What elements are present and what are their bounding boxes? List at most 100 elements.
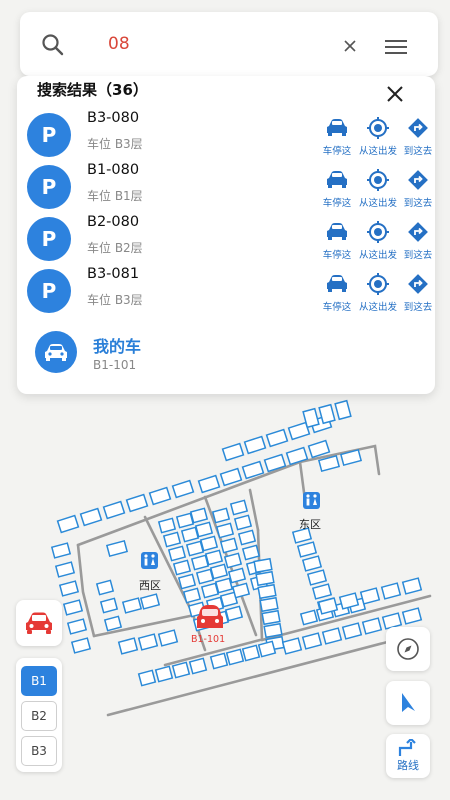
parking-space — [301, 632, 323, 650]
parking-space — [199, 535, 219, 552]
restroom-icon[interactable] — [141, 552, 158, 569]
parking-space — [95, 579, 115, 596]
action-label: 车停这 — [322, 146, 352, 157]
parking-space — [200, 582, 220, 599]
parking-space — [361, 617, 383, 635]
parking-badge: P — [27, 269, 71, 313]
parking-space — [253, 557, 273, 574]
action-label: 到这去 — [403, 302, 433, 313]
route-icon — [398, 739, 416, 756]
parking-space — [380, 582, 402, 600]
parking-space — [225, 648, 245, 666]
parking-space — [241, 644, 261, 662]
my-car-space: B1-101 — [93, 358, 137, 372]
park-here-action[interactable]: 车停这 — [314, 266, 360, 318]
parking-space — [162, 531, 182, 548]
parking-space — [211, 507, 231, 524]
go-here-action[interactable]: 到这去 — [395, 162, 441, 214]
parking-space — [70, 637, 92, 654]
parking-space — [299, 609, 319, 626]
result-row[interactable]: P B1-080 车位 B1层 车停这 从这出发 到这去 — [17, 162, 435, 214]
search-bar[interactable]: 08 — [20, 12, 438, 76]
go-here-action[interactable]: 到这去 — [395, 214, 441, 266]
clear-icon[interactable] — [342, 38, 358, 54]
parking-space — [188, 657, 208, 675]
restroom-icon[interactable] — [303, 492, 320, 509]
parking-space — [306, 569, 328, 586]
parking-space — [171, 661, 191, 679]
parking-space — [148, 486, 172, 506]
locate-my-car-button[interactable] — [16, 600, 62, 646]
close-icon[interactable] — [385, 84, 405, 104]
directions-icon — [408, 170, 428, 190]
parking-space — [204, 549, 224, 566]
parking-badge: P — [27, 217, 71, 261]
go-here-action[interactable]: 到这去 — [395, 266, 441, 318]
park-here-action[interactable]: 车停这 — [314, 110, 360, 162]
parking-space — [99, 597, 119, 614]
parking-space — [241, 544, 261, 561]
parking-space — [103, 615, 123, 632]
locate-target-icon — [367, 117, 389, 139]
parking-space — [209, 563, 229, 580]
parking-space — [154, 665, 174, 683]
parking-space — [177, 573, 197, 590]
route-button[interactable]: 路线 — [386, 734, 430, 778]
parking-space — [56, 514, 80, 534]
action-label: 车停这 — [322, 198, 352, 209]
parking-space — [62, 599, 84, 616]
space-number: B3-081 — [87, 266, 140, 282]
parking-space — [125, 493, 149, 513]
park-here-action[interactable]: 车停这 — [314, 162, 360, 214]
search-icon[interactable] — [40, 32, 66, 58]
parking-space — [281, 637, 303, 655]
parking-space — [58, 580, 80, 597]
parking-space — [233, 514, 253, 531]
action-label: 到这去 — [403, 198, 433, 209]
parking-space — [311, 583, 333, 600]
parking-space — [79, 507, 103, 527]
parking-space — [359, 587, 381, 605]
search-results-panel: 搜索结果（36） P B3-080 车位 B3层 车停这 从这出发 到这去 P B1-080 车… — [17, 76, 435, 394]
locate-target-icon — [367, 221, 389, 243]
result-row[interactable]: P B2-080 车位 B2层 车停这 从这出发 到这去 — [17, 214, 435, 266]
directions-icon — [408, 222, 428, 242]
parking-space — [66, 618, 88, 635]
parking-space — [137, 633, 159, 651]
parking-space — [334, 399, 352, 421]
floor-button-b3[interactable]: B3 — [21, 736, 57, 766]
parking-space — [257, 583, 277, 600]
parking-space — [237, 529, 257, 546]
space-floor: 车位 B2层 — [87, 241, 143, 255]
search-input[interactable]: 08 — [108, 34, 130, 54]
result-row[interactable]: P B3-081 车位 B3层 车停这 从这出发 到这去 — [17, 266, 435, 318]
result-row[interactable]: P B3-080 车位 B3层 车停这 从这出发 到这去 — [17, 110, 435, 162]
directions-icon — [408, 274, 428, 294]
car-icon — [26, 612, 52, 634]
my-car-title[interactable]: 我的车 — [93, 333, 141, 357]
parking-space — [229, 499, 249, 516]
parking-space — [214, 577, 234, 594]
menu-icon[interactable] — [385, 39, 407, 55]
parking-space — [167, 545, 187, 562]
parking-space — [296, 541, 318, 558]
action-label: 到这去 — [403, 250, 433, 261]
compass-button[interactable] — [386, 627, 430, 671]
park-here-action[interactable]: 车停这 — [314, 214, 360, 266]
parking-space — [231, 582, 251, 599]
parking-space — [263, 622, 283, 639]
parking-space — [261, 609, 281, 626]
parking-space — [197, 474, 221, 494]
go-here-action[interactable]: 到这去 — [395, 110, 441, 162]
locate-me-button[interactable] — [386, 681, 430, 725]
parking-space — [301, 555, 323, 572]
parking-space — [190, 554, 210, 571]
parking-space — [209, 652, 229, 670]
my-car-badge[interactable] — [35, 331, 77, 373]
car-icon — [327, 223, 347, 240]
parking-space — [137, 669, 157, 687]
floor-button-b2[interactable]: B2 — [21, 701, 57, 731]
parking-space — [180, 526, 200, 543]
parking-badge: P — [27, 165, 71, 209]
floor-button-b1[interactable]: B1 — [21, 666, 57, 696]
